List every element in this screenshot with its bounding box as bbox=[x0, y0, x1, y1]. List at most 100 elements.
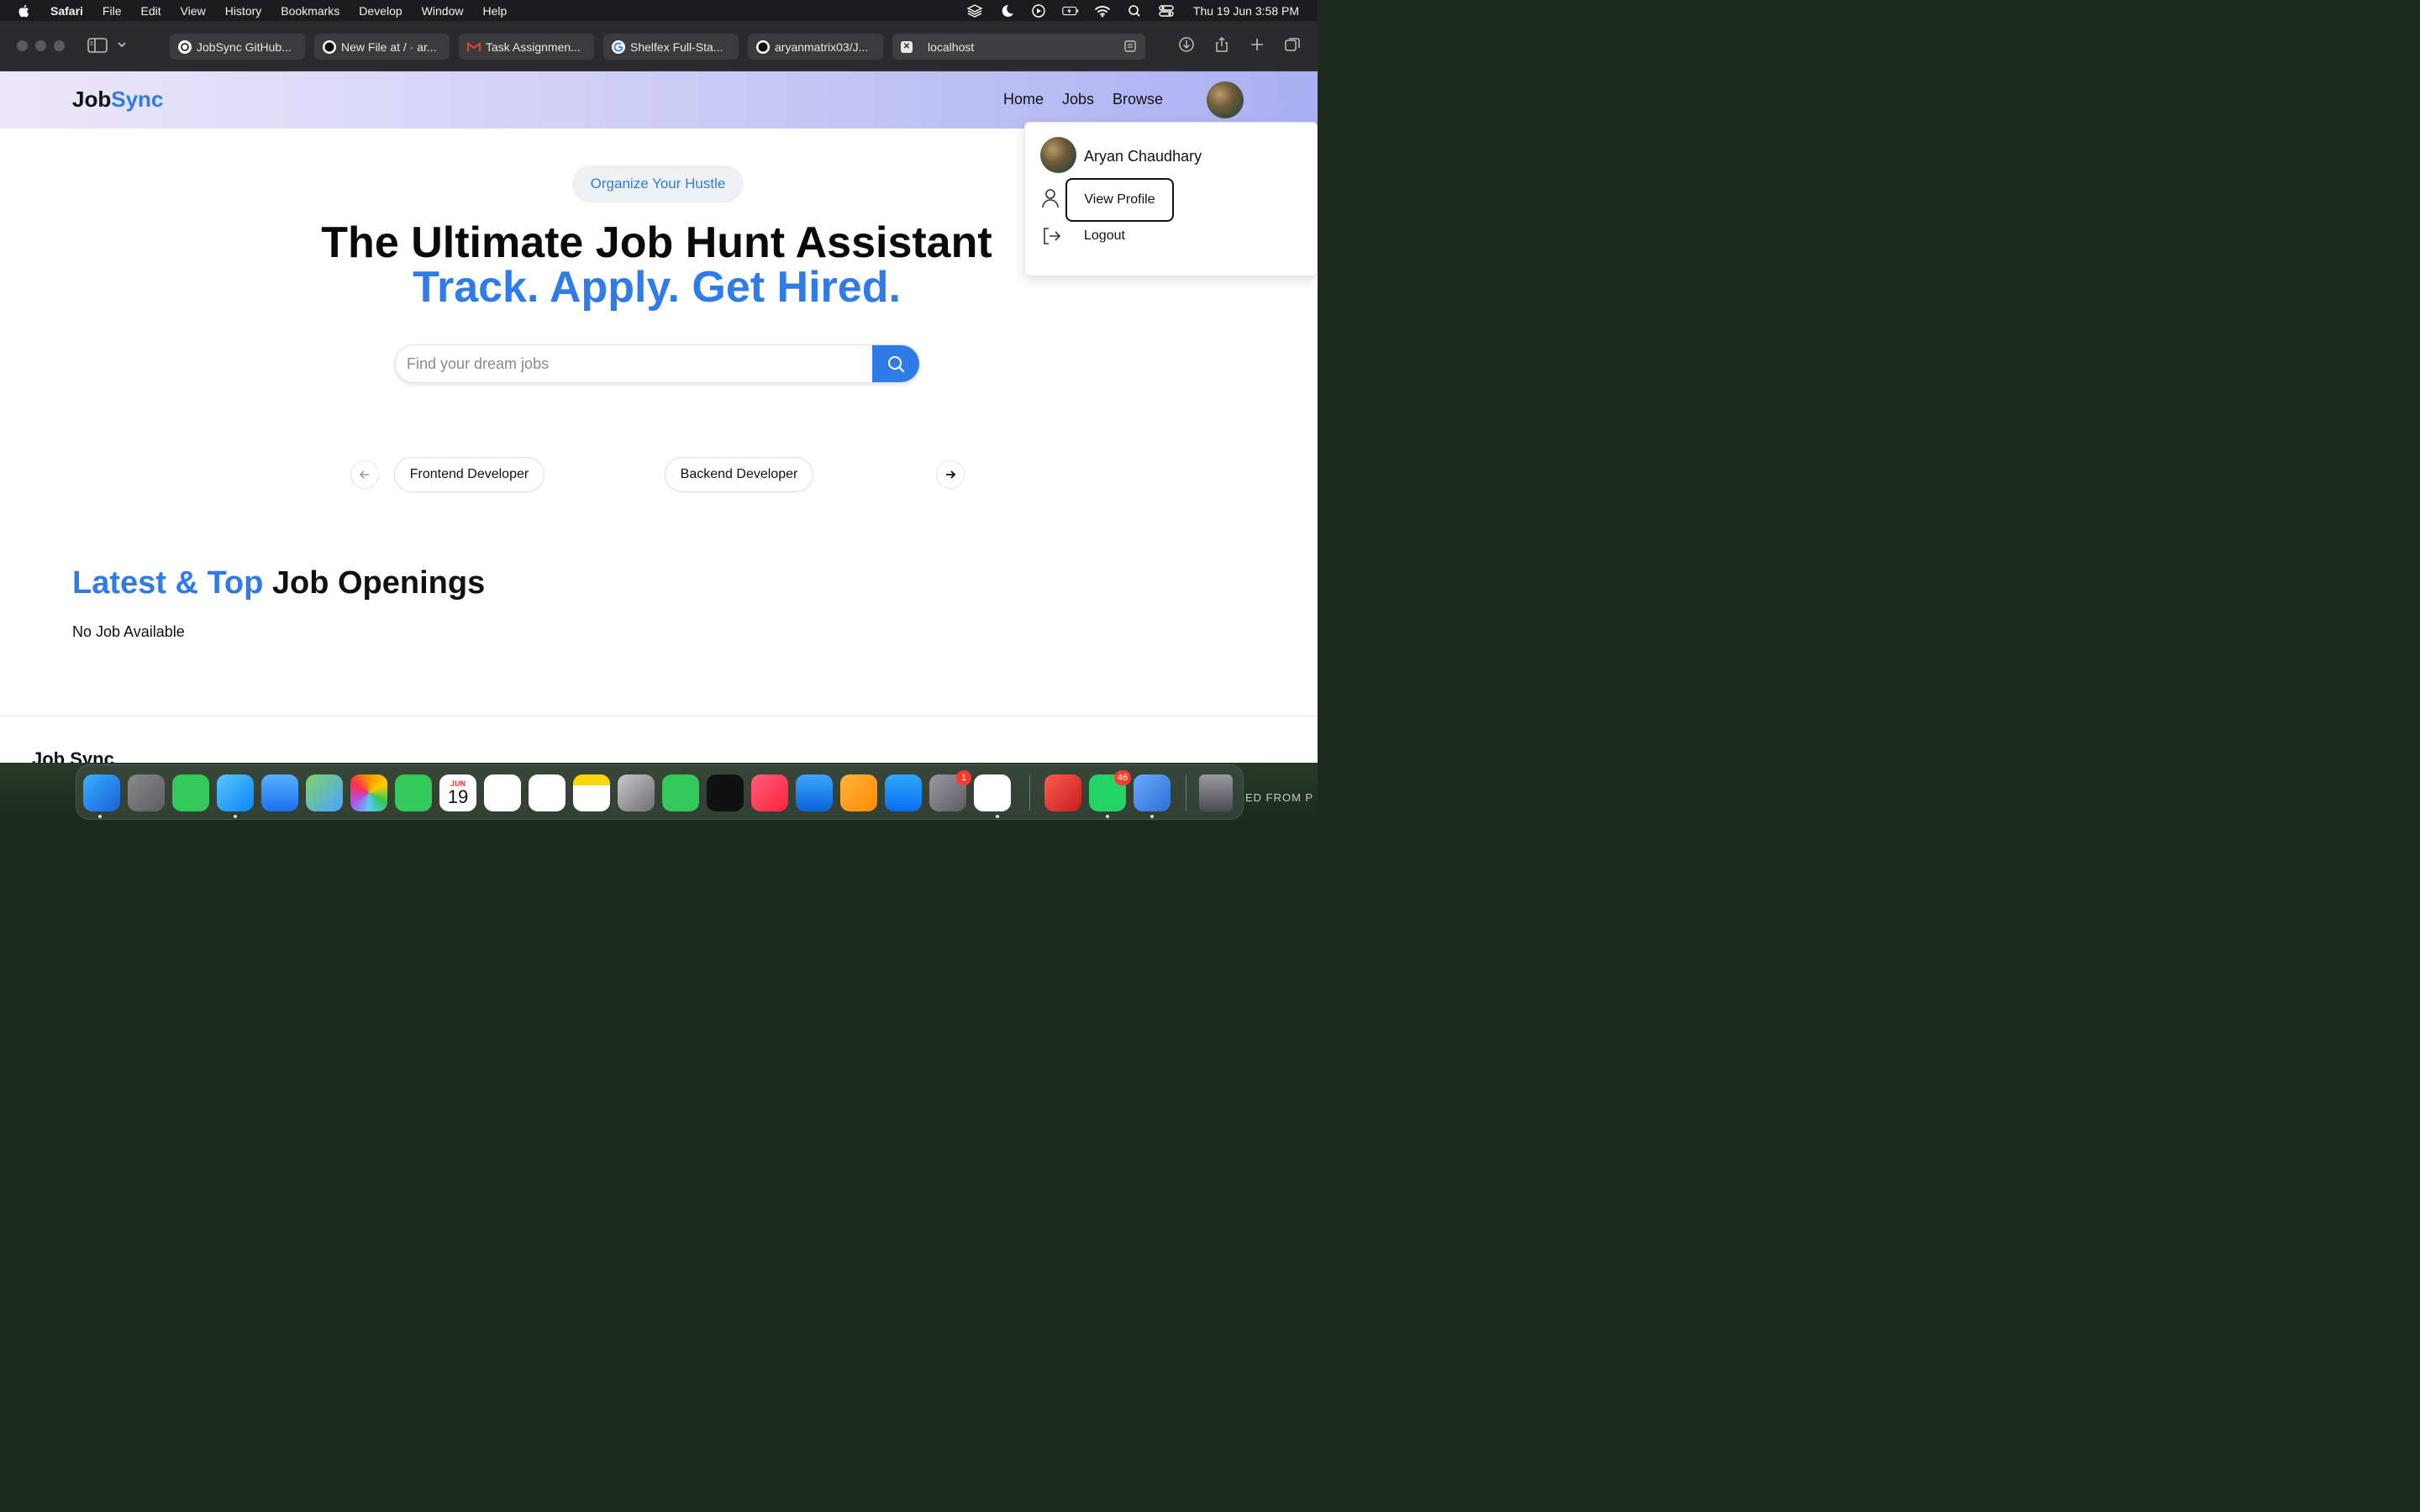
sidebar-toggle-icon[interactable] bbox=[87, 37, 108, 54]
tab-title: Shelfex Full-Sta... bbox=[630, 39, 723, 54]
messages-icon[interactable] bbox=[172, 774, 209, 811]
nav-links: Home Jobs Browse bbox=[1003, 91, 1163, 108]
notification-badge: 46 bbox=[1113, 770, 1131, 785]
launchpad-icon[interactable] bbox=[128, 774, 165, 811]
menu-develop[interactable]: Develop bbox=[359, 4, 402, 18]
close-window-button[interactable] bbox=[17, 40, 28, 51]
vscode-icon[interactable] bbox=[974, 774, 1011, 811]
finder-icon[interactable] bbox=[83, 774, 120, 811]
reader-mode-icon[interactable] bbox=[1123, 40, 1137, 52]
logo-text: Job bbox=[72, 87, 112, 112]
numbers-icon[interactable] bbox=[662, 774, 699, 811]
music-icon[interactable] bbox=[751, 774, 788, 811]
nav-browse[interactable]: Browse bbox=[1113, 91, 1163, 108]
reminders-icon[interactable] bbox=[529, 774, 566, 811]
pages-icon[interactable] bbox=[840, 774, 877, 811]
zoom-window-button[interactable] bbox=[54, 40, 65, 51]
maps-icon[interactable] bbox=[306, 774, 343, 811]
safari-icon[interactable] bbox=[217, 774, 254, 811]
close-square-icon[interactable]: ✕ bbox=[901, 40, 913, 53]
nav-jobs[interactable]: Jobs bbox=[1062, 91, 1094, 108]
apple-logo-icon[interactable] bbox=[17, 3, 32, 18]
menu-view[interactable]: View bbox=[181, 4, 206, 18]
moon-icon[interactable] bbox=[998, 4, 1015, 18]
new-tab-icon[interactable] bbox=[1249, 36, 1265, 53]
toolbar-actions bbox=[1178, 36, 1301, 53]
heading-accent: Latest & Top bbox=[72, 565, 264, 601]
keynote-icon[interactable] bbox=[796, 774, 833, 811]
menu-help[interactable]: Help bbox=[482, 4, 507, 18]
app-store-icon[interactable] bbox=[885, 774, 922, 811]
browser-tab[interactable]: JobSync GitHub... bbox=[170, 34, 305, 60]
search-input[interactable] bbox=[396, 345, 873, 382]
arrow-left-icon bbox=[359, 470, 369, 479]
notification-badge: 1 bbox=[956, 770, 971, 785]
browser-tab[interactable]: aryanmatrix03/J... bbox=[748, 34, 883, 60]
photo-booth-icon[interactable] bbox=[1044, 774, 1081, 811]
system-settings-icon[interactable]: 1 bbox=[929, 770, 971, 811]
view-profile-button[interactable]: View Profile bbox=[1065, 178, 1174, 222]
site-logo[interactable]: JobSync bbox=[72, 87, 163, 113]
facetime-icon[interactable] bbox=[395, 774, 432, 811]
apple-tv-icon[interactable] bbox=[707, 774, 744, 811]
menu-file[interactable]: File bbox=[103, 4, 122, 18]
macos-dock: JUN 19 1 46 bbox=[76, 764, 1244, 820]
whatsapp-icon[interactable]: 46 bbox=[1089, 770, 1131, 811]
dropdown-avatar bbox=[1040, 137, 1076, 173]
search-icon[interactable] bbox=[1126, 4, 1143, 18]
logout-button[interactable]: Logout bbox=[1084, 228, 1125, 244]
layers-icon[interactable] bbox=[966, 3, 983, 18]
site-navbar: JobSync Home Jobs Browse bbox=[0, 71, 1318, 129]
menu-bookmarks[interactable]: Bookmarks bbox=[281, 4, 339, 18]
calendar-icon[interactable]: JUN 19 bbox=[439, 774, 476, 811]
profile-dropdown: Aryan Chaudhary View Profile Logout bbox=[1024, 122, 1318, 276]
browser-tab[interactable]: New File at / · ar... bbox=[314, 34, 450, 60]
logout-icon bbox=[1044, 228, 1061, 244]
wifi-icon[interactable] bbox=[1094, 4, 1111, 18]
browser-tab[interactable]: Shelfex Full-Sta... bbox=[603, 34, 739, 60]
running-indicator bbox=[98, 815, 102, 818]
notes-icon[interactable] bbox=[573, 774, 610, 811]
tab-title: JobSync GitHub... bbox=[197, 39, 292, 54]
menu-window[interactable]: Window bbox=[422, 4, 464, 18]
tagline-badge: Organize Your Hustle bbox=[572, 165, 744, 202]
download-icon[interactable] bbox=[1178, 36, 1195, 53]
running-indicator bbox=[1106, 815, 1109, 818]
play-circle-icon[interactable] bbox=[1030, 3, 1047, 18]
menu-edit[interactable]: Edit bbox=[140, 4, 160, 18]
carousel-prev-button[interactable] bbox=[350, 460, 379, 489]
logo-accent-text: Sync bbox=[111, 87, 164, 112]
mail-icon[interactable] bbox=[261, 774, 298, 811]
iphone-mirroring-icon[interactable] bbox=[618, 774, 655, 811]
browser-tab[interactable]: Task Assignmen... bbox=[459, 34, 594, 60]
control-center-icon[interactable] bbox=[1158, 4, 1175, 18]
chevron-down-icon[interactable] bbox=[117, 39, 127, 50]
calendar-day: 19 bbox=[447, 786, 469, 807]
tab-title: New File at / · ar... bbox=[341, 39, 437, 54]
minimize-window-button[interactable] bbox=[35, 40, 46, 51]
tab-overview-icon[interactable] bbox=[1284, 36, 1301, 53]
photos-icon[interactable] bbox=[350, 774, 387, 811]
user-avatar[interactable] bbox=[1207, 81, 1244, 118]
menu-history[interactable]: History bbox=[225, 4, 262, 18]
battery-charging-icon[interactable] bbox=[1062, 4, 1079, 18]
search-button[interactable] bbox=[872, 345, 919, 382]
macos-menu-bar: Safari File Edit View History Bookmarks … bbox=[0, 0, 1318, 21]
running-indicator bbox=[1150, 815, 1154, 818]
tab-title: localhost bbox=[928, 39, 975, 54]
menu-safari[interactable]: Safari bbox=[50, 4, 83, 18]
footer-divider bbox=[0, 716, 1318, 717]
category-chip[interactable]: Backend Developer bbox=[665, 457, 813, 492]
share-icon[interactable] bbox=[1213, 36, 1230, 53]
category-chip[interactable]: Frontend Developer bbox=[394, 457, 544, 492]
safari-toolbar: JobSync GitHub... New File at / · ar... … bbox=[0, 21, 1318, 71]
nav-home[interactable]: Home bbox=[1003, 91, 1044, 108]
arrow-right-icon bbox=[946, 470, 956, 479]
menu-bar-clock[interactable]: Thu 19 Jun 3:58 PM bbox=[1193, 4, 1299, 18]
carousel-next-button[interactable] bbox=[936, 460, 965, 489]
trash-icon[interactable] bbox=[1199, 774, 1233, 811]
search-icon bbox=[888, 356, 905, 373]
freeform-icon[interactable] bbox=[484, 774, 521, 811]
browser-tab-active[interactable]: ✕ localhost bbox=[892, 34, 1145, 60]
xcode-icon[interactable] bbox=[1134, 774, 1171, 811]
